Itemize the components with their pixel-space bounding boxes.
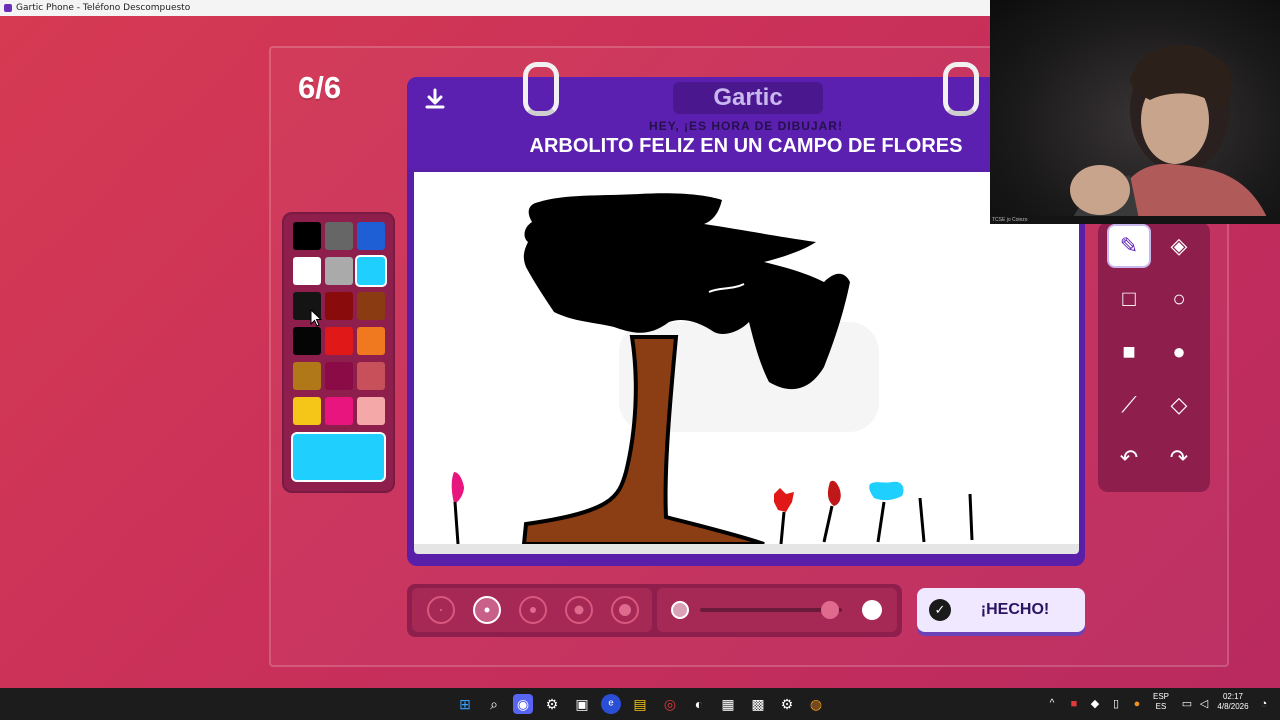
check-icon: ✓ (929, 599, 951, 621)
opacity-min-icon (671, 601, 689, 619)
brush-size-dot (574, 605, 584, 615)
opacity-max-icon (862, 600, 882, 620)
brush-size-option[interactable] (519, 596, 547, 624)
folder-icon[interactable]: ▤ (630, 694, 650, 714)
webcam-overlay (990, 0, 1280, 224)
clock-time: 02:17 (1222, 692, 1244, 701)
chrome-icon[interactable]: ◎ (660, 694, 680, 714)
prompt-label: HEY, ¡ES HORA DE DIBUJAR! (649, 119, 843, 133)
color-swatch[interactable] (293, 257, 321, 285)
color-swatch[interactable] (357, 292, 385, 320)
eraser-icon[interactable]: ◈ (1159, 226, 1199, 266)
clock-date: 4/8/2026 (1217, 702, 1249, 711)
webcam-caption: TCSE jo Coiezo (990, 216, 1280, 224)
color-swatch[interactable] (325, 292, 353, 320)
color-swatch[interactable] (357, 397, 385, 425)
ea-icon[interactable]: ᵉ (601, 694, 621, 714)
done-button-label: ¡HECHO! (980, 601, 1050, 618)
color-swatch[interactable] (325, 362, 353, 390)
canvas-bottom-edge (414, 544, 1079, 554)
clock[interactable]: 02:17 4/8/2026 (1212, 692, 1254, 712)
app-icon (4, 4, 12, 12)
steam-icon-2[interactable]: ⚙ (777, 694, 797, 714)
brush-size-option[interactable] (427, 596, 455, 624)
tray-mic-icon[interactable]: ● (1127, 694, 1147, 714)
paint-bucket-icon[interactable]: ◇ (1159, 385, 1199, 425)
square-outline-icon[interactable]: □ (1109, 279, 1149, 319)
search-icon[interactable]: ⌕ (484, 694, 504, 714)
color-swatch[interactable] (293, 397, 321, 425)
volume-icon[interactable]: ◁ (1194, 694, 1214, 714)
windows-start-icon[interactable]: ⊞ (455, 694, 475, 714)
drawing-prompt: ARBOLITO FELIZ EN UN CAMPO DE FLORES (529, 135, 963, 157)
circle-outline-icon[interactable]: ○ (1159, 279, 1199, 319)
redo-icon[interactable]: ↷ (1159, 438, 1199, 478)
firefox-icon[interactable]: ◍ (806, 694, 826, 714)
color-swatch[interactable] (293, 362, 321, 390)
app-icon-1[interactable]: ▣ (572, 694, 592, 714)
brush-size-dot (530, 607, 536, 613)
line-icon[interactable]: ⟋ (1109, 385, 1149, 425)
taskbar: ⊞ ⌕ ◉ ⚙ ▣ ᵉ ▤ ◎ ◐ ▦ ▩ ⚙ ◍ ^ ■ ◆ ▯ ● ESP … (0, 688, 1280, 720)
language-sub: ES (1155, 702, 1167, 711)
binder-ring-right (943, 62, 979, 116)
discord-icon[interactable]: ◉ (513, 694, 533, 714)
color-swatch[interactable] (325, 222, 353, 250)
color-swatch[interactable] (325, 397, 353, 425)
tray-shield-icon[interactable]: ◆ (1085, 694, 1105, 714)
brush-size-dot (440, 609, 442, 611)
color-swatch[interactable] (293, 222, 321, 250)
color-swatch[interactable] (293, 327, 321, 355)
color-swatch[interactable] (357, 327, 385, 355)
opacity-slider-knob[interactable] (820, 601, 839, 619)
circle-fill-icon[interactable]: ● (1159, 332, 1199, 372)
round-counter: 6/6 (298, 70, 342, 105)
pencil-icon[interactable]: ✎ (1109, 226, 1149, 266)
color-swatch[interactable] (325, 327, 353, 355)
binder-ring-left (523, 62, 559, 116)
color-swatch[interactable] (325, 257, 353, 285)
tray-usb-icon[interactable]: ▯ (1106, 694, 1126, 714)
square-fill-icon[interactable]: ■ (1109, 332, 1149, 372)
steam-icon[interactable]: ⚙ (542, 694, 562, 714)
color-swatch[interactable] (357, 362, 385, 390)
brush-size-option[interactable] (565, 596, 593, 624)
window-title: Gartic Phone - Teléfono Descompuesto (16, 3, 191, 13)
language-code: ESP (1152, 692, 1169, 701)
brush-size-option[interactable] (473, 596, 501, 624)
language-indicator[interactable]: ESP ES (1150, 692, 1172, 712)
tray-chevron-icon[interactable]: ^ (1042, 694, 1062, 714)
mouse-cursor-icon (310, 309, 323, 327)
brush-size-dot (484, 607, 490, 613)
color-swatch[interactable] (357, 257, 385, 285)
app-icon-2[interactable]: ▦ (718, 694, 738, 714)
brush-size-option[interactable] (611, 596, 639, 624)
drawing-strokes (451, 193, 974, 544)
current-color-preview (293, 434, 384, 480)
gartic-logo: Gartic (673, 82, 823, 114)
tray-app-icon[interactable]: ■ (1064, 694, 1084, 714)
app-icon-3[interactable]: ▩ (748, 694, 768, 714)
download-icon[interactable] (422, 86, 448, 112)
color-swatch[interactable] (357, 222, 385, 250)
obs-icon[interactable]: ◐ (689, 694, 709, 714)
notification-icon[interactable]: ◔ (1254, 694, 1274, 714)
brush-size-dot (619, 604, 631, 616)
drawing-canvas[interactable] (414, 172, 1079, 544)
undo-icon[interactable]: ↶ (1109, 438, 1149, 478)
